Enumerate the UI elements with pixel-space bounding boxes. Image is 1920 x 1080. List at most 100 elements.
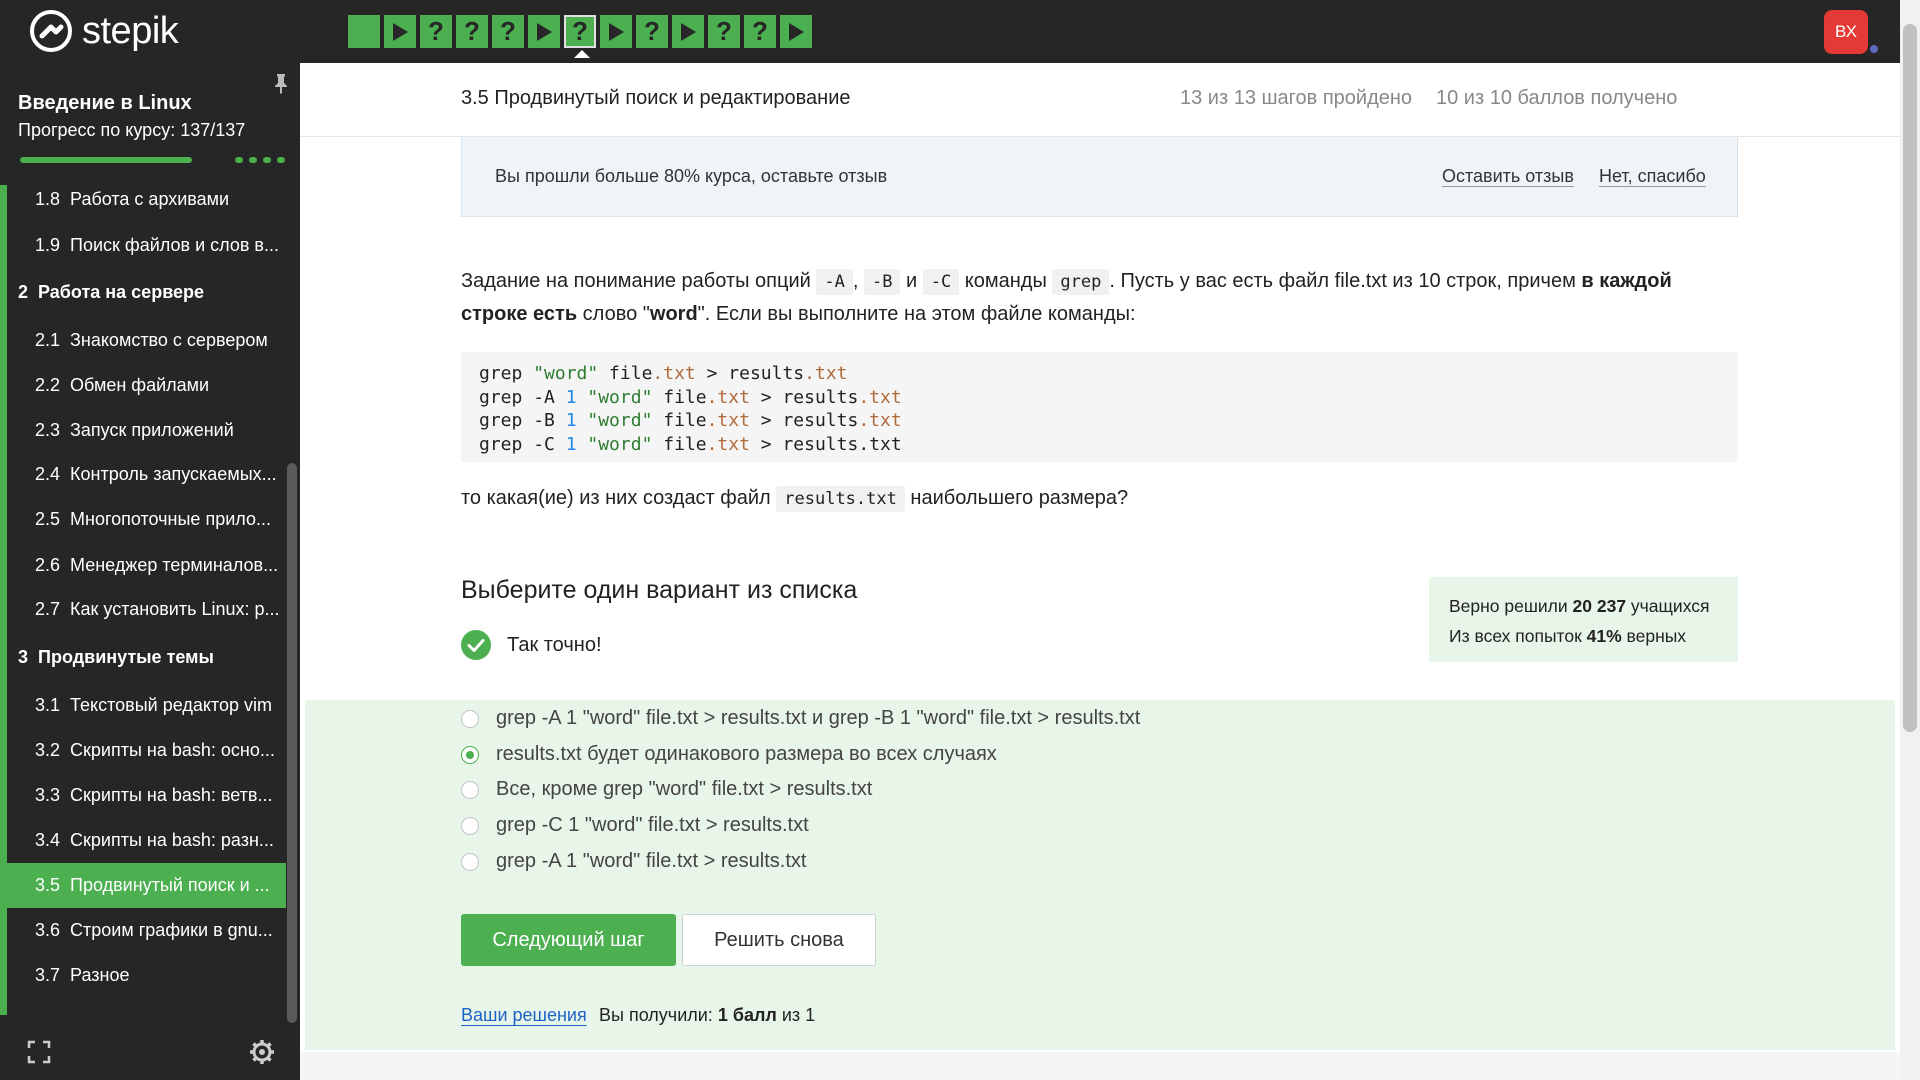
quiz-step-icon: ? <box>716 16 732 46</box>
radio-unchecked[interactable] <box>461 780 479 799</box>
solve-again-button[interactable]: Решить снова <box>682 914 876 966</box>
sidebar-lesson-2-7[interactable]: 2.7 Как установить Linux: р... <box>7 587 286 632</box>
lesson-number: 3.7 <box>35 965 61 985</box>
step-2-video[interactable] <box>384 15 416 48</box>
score-text: из 1 <box>776 1005 816 1025</box>
fullscreen-icon[interactable] <box>27 1040 51 1064</box>
step-9-quiz[interactable]: ? <box>636 15 668 48</box>
progress-segment <box>277 157 285 163</box>
progress-segment <box>263 157 271 163</box>
stats-number: 20 237 <box>1572 596 1627 616</box>
step-1-text[interactable] <box>348 15 380 48</box>
sidebar-lesson-1-9[interactable]: 1.9 Поиск файлов и слов в... <box>7 223 286 268</box>
step-7-quiz[interactable]: ? <box>564 15 596 58</box>
step-11-quiz[interactable]: ? <box>708 15 740 48</box>
step-8-video[interactable] <box>600 15 632 48</box>
step-12-quiz[interactable]: ? <box>744 15 776 48</box>
task-question: то какая(ие) из них создаст файл results… <box>461 482 1128 515</box>
task-text-part: команды <box>959 270 1053 292</box>
lesson-number: 2.7 <box>35 599 61 619</box>
progress-segment <box>235 157 243 163</box>
stepik-logo[interactable]: stepik <box>30 10 179 52</box>
lesson-label: Строим графики в gnu... <box>70 920 273 940</box>
answer-option[interactable]: grep -A 1 "word" file.txt > results.txt <box>461 850 806 873</box>
step-6-video[interactable] <box>528 15 560 48</box>
sidebar-lesson-2-2[interactable]: 2.2 Обмен файлами <box>7 363 286 408</box>
radio-unchecked[interactable] <box>461 852 479 871</box>
code-token: .txt <box>804 363 848 384</box>
course-sidebar: Введение в Linux Прогресс по курсу: 137/… <box>0 63 300 1080</box>
sidebar-lesson-3-2[interactable]: 3.2 Скрипты на bash: осно... <box>7 728 286 773</box>
code-token: .txt <box>652 363 696 384</box>
no-thanks-link[interactable]: Нет, спасибо <box>1599 166 1706 187</box>
step-13-video[interactable] <box>780 15 812 48</box>
your-solutions-link[interactable]: Ваши решения <box>461 1005 587 1026</box>
sidebar-lesson-1-8[interactable]: 1.8 Работа с архивами <box>7 185 286 222</box>
quiz-step-icon: ? <box>752 16 768 46</box>
inline-code: results.txt <box>776 486 905 512</box>
page-scrollbar-thumb[interactable] <box>1903 24 1917 732</box>
radio-unchecked[interactable] <box>461 709 479 728</box>
code-line: grep -A 1 "word" file.txt > results.txt <box>479 386 1720 410</box>
code-token: file <box>652 410 707 431</box>
step-10-video[interactable] <box>672 15 704 48</box>
course-title[interactable]: Введение в Linux <box>18 92 192 115</box>
next-step-button[interactable]: Следующий шаг <box>461 914 676 966</box>
lesson-label: Текстовый редактор vim <box>70 695 272 715</box>
leave-review-link[interactable]: Оставить отзыв <box>1442 166 1574 187</box>
sidebar-module-2[interactable]: 2 Работа на сервере <box>7 270 286 315</box>
answer-option[interactable]: grep -A 1 "word" file.txt > results.txt … <box>461 707 1140 730</box>
code-block: grep "word" file.txt > results.txt grep -… <box>461 352 1738 462</box>
sidebar-lesson-3-3[interactable]: 3.3 Скрипты на bash: ветв... <box>7 773 286 818</box>
lesson-number: 2.5 <box>35 509 61 529</box>
lesson-label: Разное <box>70 965 130 985</box>
stats-attempts: Из всех попыток 41% верных <box>1449 621 1718 651</box>
lesson-label: Многопоточные прило... <box>70 509 271 529</box>
check-circle-icon <box>461 630 491 660</box>
answer-option[interactable]: results.txt будет одинакового размера во… <box>461 743 997 766</box>
lesson-steps-bar: ??????? <box>348 15 816 58</box>
lesson-number: 1.9 <box>35 235 61 255</box>
sidebar-lesson-2-5[interactable]: 2.5 Многопоточные прило... <box>7 497 286 542</box>
stats-text: учащихся <box>1626 596 1710 616</box>
sidebar-lesson-3-6[interactable]: 3.6 Строим графики в gnu... <box>7 908 286 953</box>
lesson-number: 3.5 <box>35 875 61 895</box>
inline-code: -C <box>922 269 960 295</box>
quiz-title: Выберите один вариант из списка <box>461 576 858 604</box>
step-4-quiz[interactable]: ? <box>456 15 488 48</box>
lesson-number: 2.6 <box>35 555 61 575</box>
answer-option[interactable]: Все, кроме grep "word" file.txt > result… <box>461 778 872 801</box>
gear-icon[interactable] <box>249 1039 275 1065</box>
sidebar-lesson-3-7[interactable]: 3.7 Разное <box>7 953 286 998</box>
sidebar-lesson-2-1[interactable]: 2.1 Знакомство с сервером <box>7 318 286 363</box>
sidebar-lesson-3-1[interactable]: 3.1 Текстовый редактор vim <box>7 683 286 728</box>
sidebar-lesson-3-5[interactable]: 3.5 Продвинутый поиск и ... <box>7 863 286 908</box>
radio-unchecked[interactable] <box>461 816 479 835</box>
lesson-number: 3.2 <box>35 740 61 760</box>
code-token: > results <box>749 386 859 408</box>
sidebar-lesson-2-6[interactable]: 2.6 Менеджер терминалов... <box>7 543 286 588</box>
step-3-quiz[interactable]: ? <box>420 15 452 48</box>
lesson-title: 3.5 Продвинутый поиск и редактирование <box>461 87 851 109</box>
answer-option-label: Все, кроме grep "word" file.txt > result… <box>496 778 873 800</box>
sidebar-scrollbar[interactable] <box>287 463 297 1023</box>
code-line: grep "word" file.txt > results.txt <box>479 362 1720 386</box>
step-5-quiz[interactable]: ? <box>492 15 524 48</box>
radio-checked[interactable] <box>461 745 479 764</box>
sidebar-lesson-3-4[interactable]: 3.4 Скрипты на bash: разн... <box>7 818 286 863</box>
sidebar-lesson-2-3[interactable]: 2.3 Запуск приложений <box>7 408 286 453</box>
sidebar-lesson-2-4[interactable]: 2.4 Контроль запускаемых... <box>7 452 286 497</box>
sidebar-module-3[interactable]: 3 Продвинутые темы <box>7 635 286 680</box>
lesson-label: Продвинутый поиск и ... <box>70 875 270 895</box>
review-banner: Вы прошли больше 80% курса, оставьте отз… <box>461 137 1738 217</box>
code-token: "word" <box>576 386 653 408</box>
play-icon <box>789 22 804 41</box>
answer-option[interactable]: grep -C 1 "word" file.txt > results.txt <box>461 814 809 837</box>
lesson-label: Менеджер терминалов... <box>70 555 279 575</box>
pin-icon[interactable] <box>272 73 290 95</box>
play-icon <box>393 22 408 41</box>
answer-option-label: grep -C 1 "word" file.txt > results.txt <box>496 814 809 836</box>
user-avatar[interactable]: ВХ <box>1824 10 1868 54</box>
lesson-label: Контроль запускаемых... <box>70 464 277 484</box>
quiz-step-icon: ? <box>644 16 660 46</box>
